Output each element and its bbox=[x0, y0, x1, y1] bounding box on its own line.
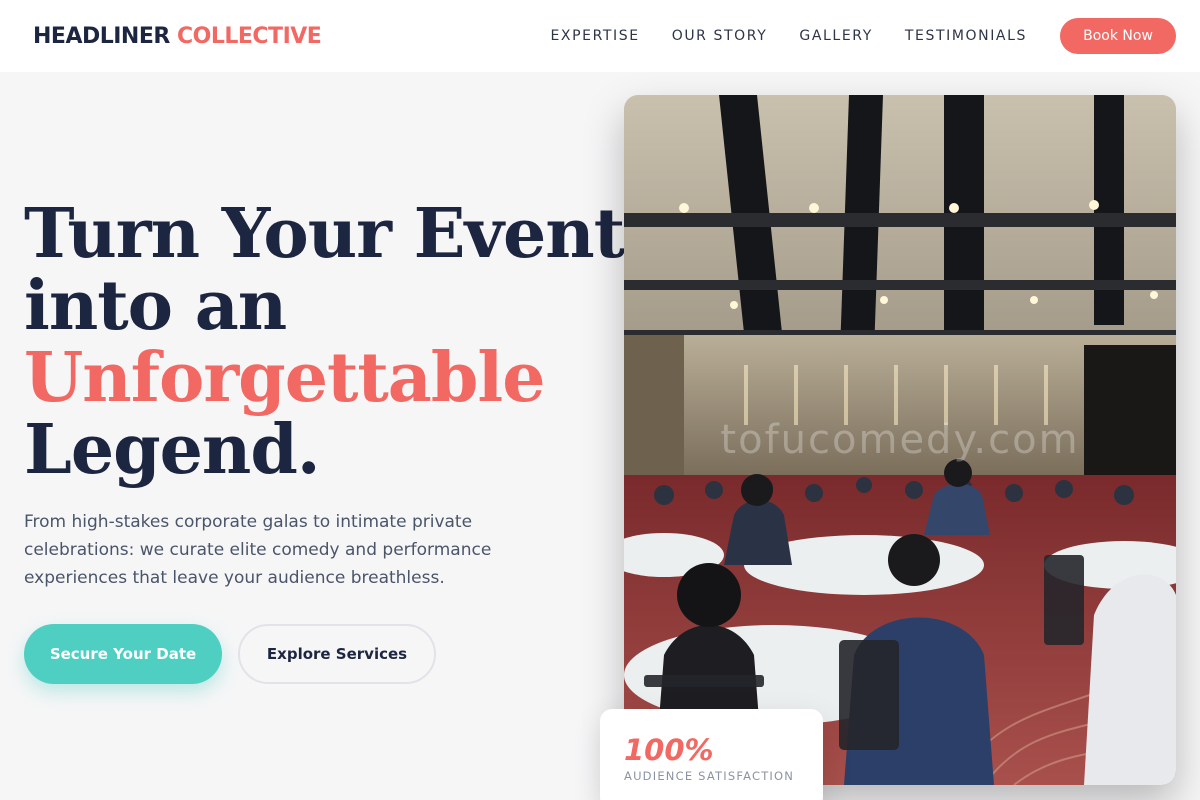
photo-watermark: tofucomedy.com bbox=[720, 417, 1080, 463]
brand-logo[interactable]: HEADLINER COLLECTIVE bbox=[33, 23, 322, 49]
hero-headline: Turn Your Event into an Unforgettable Le… bbox=[24, 194, 625, 490]
nav-link-testimonials[interactable]: TESTIMONIALS bbox=[905, 28, 1027, 44]
main-nav: EXPERTISE OUR STORY GALLERY TESTIMONIALS… bbox=[550, 18, 1176, 54]
brand-name-main: HEADLINER bbox=[33, 23, 170, 49]
explore-services-button[interactable]: Explore Services bbox=[238, 624, 436, 684]
hero-event-photo: tofucomedy.com bbox=[624, 95, 1176, 785]
brand-name-accent: COLLECTIVE bbox=[177, 23, 322, 49]
headline-line-2: into an bbox=[24, 266, 287, 346]
satisfaction-stat-card: 100% AUDIENCE SATISFACTION bbox=[600, 709, 823, 800]
stat-value: 100% bbox=[624, 733, 714, 767]
headline-line-3-accent: Unforgettable bbox=[24, 338, 546, 418]
nav-link-expertise[interactable]: EXPERTISE bbox=[550, 28, 639, 44]
book-now-button[interactable]: Book Now bbox=[1060, 18, 1176, 54]
nav-link-gallery[interactable]: GALLERY bbox=[799, 28, 872, 44]
site-header: HEADLINER COLLECTIVE EXPERTISE OUR STORY… bbox=[0, 0, 1200, 72]
headline-line-4: Legend. bbox=[24, 410, 321, 490]
hero-subtext: From high-stakes corporate galas to inti… bbox=[24, 512, 492, 588]
secure-your-date-button[interactable]: Secure Your Date bbox=[24, 624, 222, 684]
headline-line-1: Turn Your Event bbox=[24, 194, 625, 274]
stat-label: AUDIENCE SATISFACTION bbox=[624, 769, 795, 783]
nav-link-our-story[interactable]: OUR STORY bbox=[672, 28, 768, 44]
